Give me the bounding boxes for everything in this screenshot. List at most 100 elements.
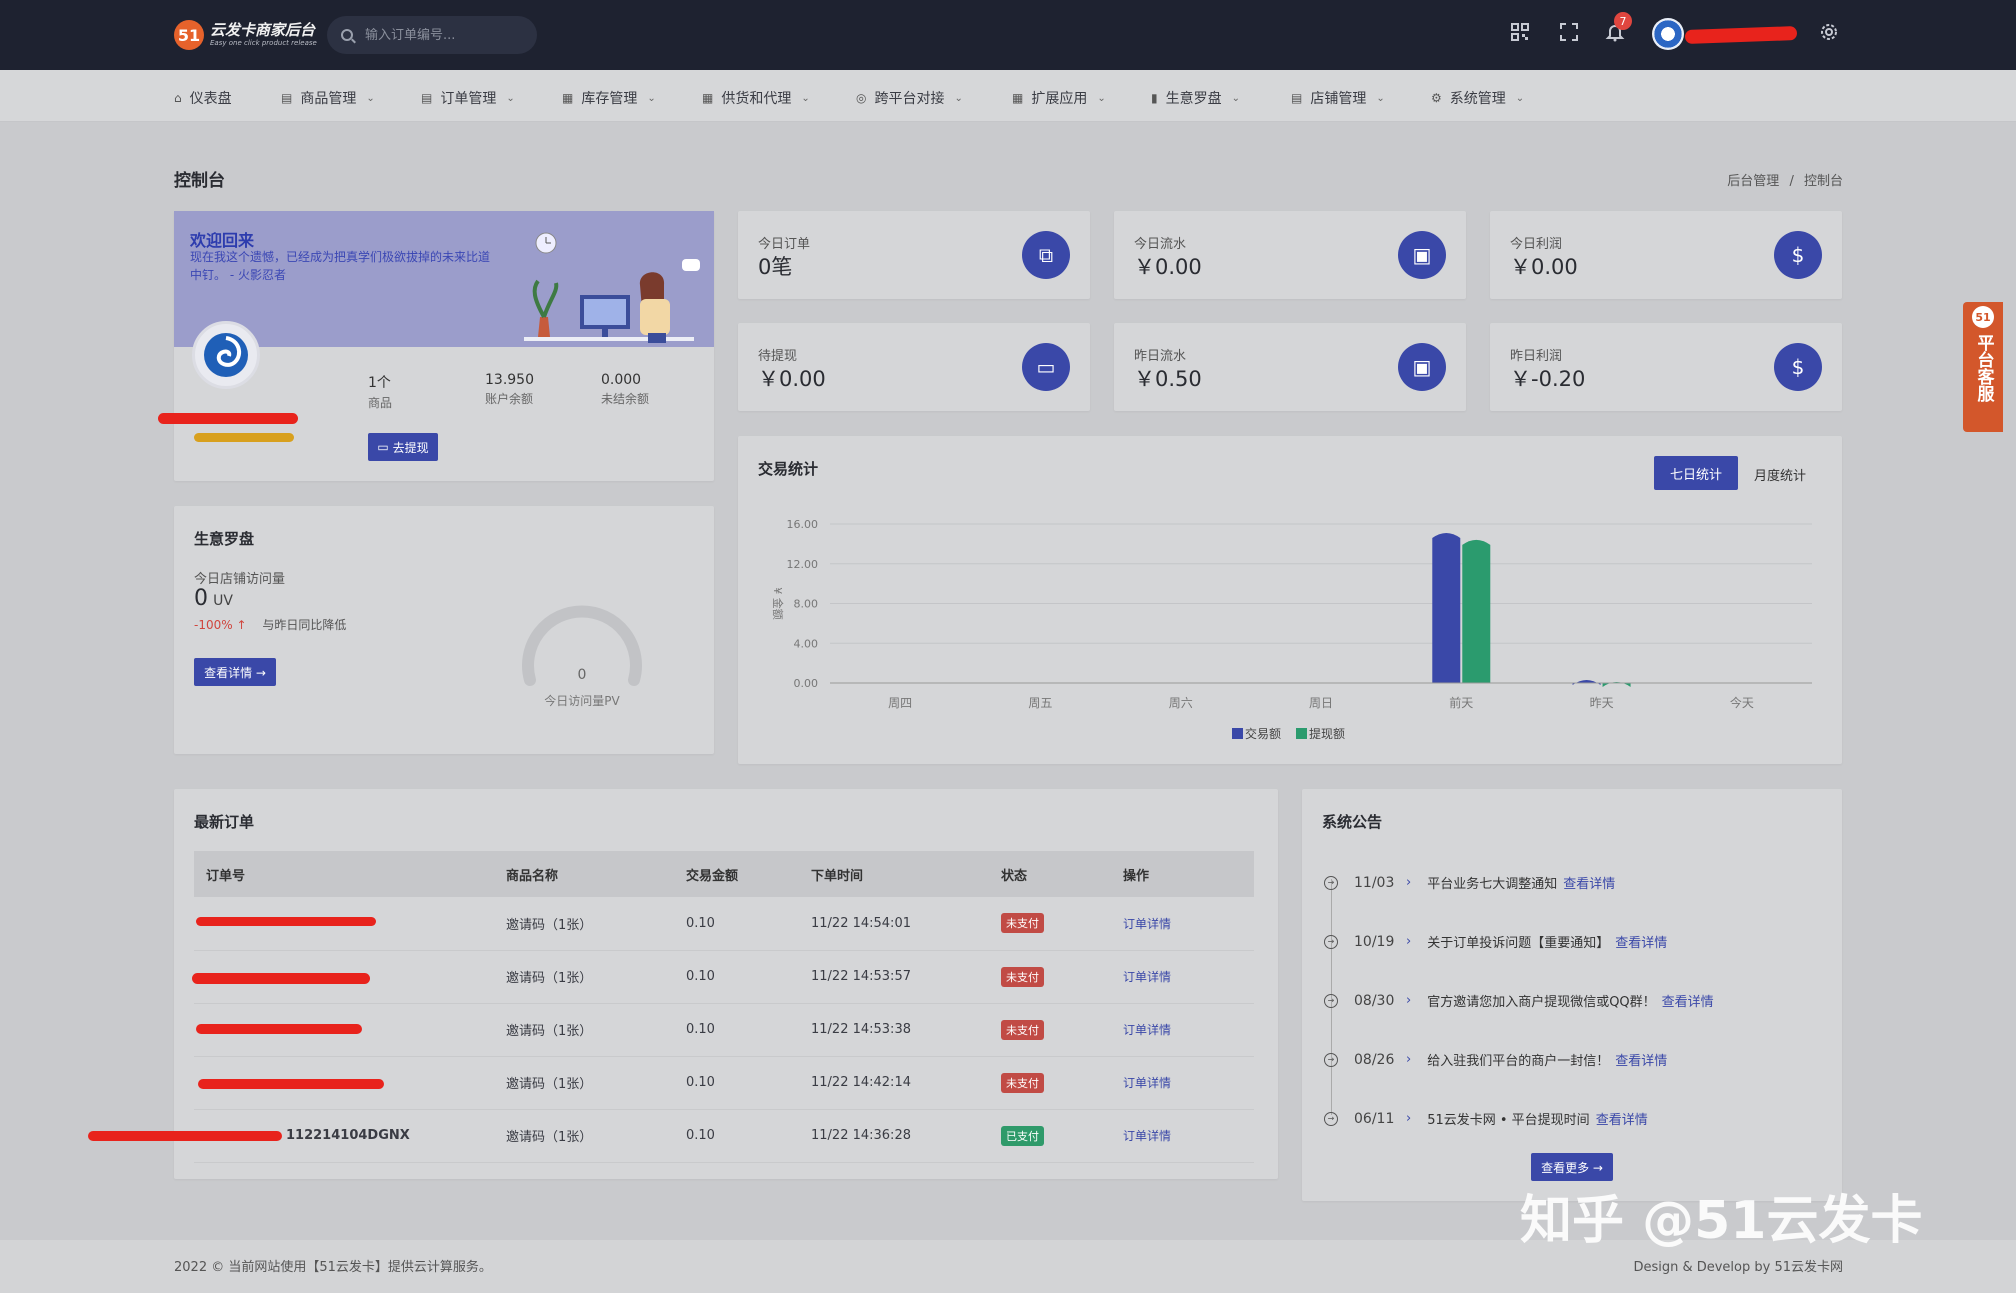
nav-store[interactable]: ▤ 店铺管理 ⌄ — [1291, 88, 1385, 108]
orders-title: 最新订单 — [194, 813, 255, 831]
latest-orders-card: 最新订单 订单号 商品名称 交易金额 下单时间 状态 操作 邀请码（1张） 0.… — [88, 789, 1278, 1179]
welcome-quote: 现在我这个遗憾，已经成为把真学们极欲拔掉的未来比道中钉。 - 火影忍者 — [190, 250, 491, 282]
qrcode-icon[interactable] — [1510, 22, 1530, 47]
y-tick-label: 4.00 — [794, 637, 819, 650]
col-amount: 交易金额 — [674, 851, 799, 897]
archive-icon: ▣ — [1398, 343, 1446, 391]
logo[interactable]: 51 云发卡商家后台 Easy one click product releas… — [174, 20, 317, 50]
bar-withdraw — [1462, 539, 1491, 683]
stat-unsettled: 0.000 未结余额 — [601, 372, 650, 406]
platform-service-button[interactable]: 51 平台客服 — [1963, 302, 2003, 432]
table-row: 邀请码（1张） 0.10 11/22 14:53:57 未支付 订单详情 — [192, 950, 1254, 1004]
y-tick-label: 16.00 — [787, 518, 819, 531]
logo-title: 云发卡商家后台 — [210, 21, 316, 39]
chevron-down-icon: ⌄ — [506, 92, 515, 104]
chevron-down-icon: ⌄ — [954, 92, 963, 104]
arrow-right-icon: › — [1406, 1111, 1412, 1126]
notices-title: 系统公告 — [1322, 813, 1383, 831]
nav-compass[interactable]: ▮ 生意罗盘 ⌄ — [1151, 88, 1240, 108]
notice-detail-link[interactable]: 查看详情 — [1615, 1050, 1667, 1069]
order-detail-link[interactable]: 订单详情 — [1123, 970, 1171, 984]
table-row: 邀请码（1张） 0.10 11/22 14:54:01 未支付 订单详情 — [194, 897, 1254, 951]
arrow-circle-icon: → — [1324, 875, 1338, 890]
search-input[interactable] — [365, 27, 525, 43]
notice-detail-link[interactable]: 查看详情 — [1662, 991, 1714, 1010]
notice-detail-link[interactable]: 查看详情 — [1615, 932, 1667, 951]
redaction-mark — [88, 1130, 282, 1141]
nav-supply[interactable]: ▦ 供货和代理 ⌄ — [702, 88, 810, 108]
redaction-mark — [196, 917, 376, 926]
fullscreen-icon[interactable] — [1559, 22, 1579, 47]
order-detail-link[interactable]: 订单详情 — [1123, 1076, 1171, 1090]
visits-change: -100% ↑ 与昨日同比降低 — [194, 618, 347, 632]
x-tick-label: 周日 — [1309, 696, 1333, 710]
redaction-mark — [1684, 26, 1798, 44]
merchant-avatar[interactable] — [192, 321, 260, 389]
withdraw-button[interactable]: ▭ 去提现 — [368, 433, 438, 461]
chevron-down-icon: ⌄ — [1515, 92, 1525, 104]
y-tick-label: 8.00 — [794, 598, 819, 611]
notice-item: → 08/30 › 官方邀请您加入商户提现微信或QQ群！ 查看详情 — [1324, 991, 1714, 1010]
table-header-row: 订单号 商品名称 交易金额 下单时间 状态 操作 — [194, 851, 1254, 897]
nav-extensions[interactable]: ▦ 扩展应用 ⌄ — [1012, 88, 1106, 108]
compass-detail-button[interactable]: 查看详情 → — [194, 658, 276, 686]
breadcrumb: 后台管理 / 控制台 — [1727, 174, 1843, 189]
wallet-icon: ▭ — [377, 440, 389, 454]
stat-card-today-profit: 今日利润 ￥0.00 $ — [1490, 211, 1842, 299]
order-detail-link[interactable]: 订单详情 — [1123, 917, 1171, 931]
arrow-right-icon: › — [1406, 1052, 1412, 1067]
legend-label: 提现额 — [1309, 726, 1345, 741]
globe-icon: ◎ — [856, 91, 867, 105]
orders-table: 订单号 商品名称 交易金额 下单时间 状态 操作 邀请码（1张） 0.10 11… — [88, 851, 1254, 1163]
order-detail-link[interactable]: 订单详情 — [1123, 1129, 1171, 1143]
notice-item: → 10/19 › 关于订单投诉问题【重要通知】 查看详情 — [1324, 932, 1667, 951]
status-badge: 未支付 — [1001, 913, 1044, 934]
main-nav: ⌂ 仪表盘 ▤ 商品管理 ⌄ ▤ 订单管理 ⌄ ▦ 库存管理 ⌄ ▦ 供货和代理 ⌄ ◎ 跨平台对接… — [0, 70, 2016, 122]
arrow-right-icon: › — [1406, 934, 1412, 949]
service-logo-icon: 51 — [1972, 306, 1994, 328]
order-detail-link[interactable]: 订单详情 — [1123, 1023, 1171, 1037]
x-tick-label: 今天 — [1730, 695, 1754, 710]
y-tick-label: 0.00 — [794, 677, 819, 690]
order-id-cell: 112214104DGNX — [88, 1109, 494, 1163]
notice-item: → 11/03 › 平台业务七大调整通知 查看详情 — [1324, 873, 1615, 892]
status-badge: 未支付 — [1001, 1019, 1044, 1040]
visits-value: 0 UV — [194, 586, 233, 611]
nav-cross-platform[interactable]: ◎ 跨平台对接 ⌄ — [856, 88, 963, 108]
notices-more-button[interactable]: 查看更多 → — [1531, 1153, 1613, 1181]
breadcrumb-item[interactable]: 后台管理 — [1727, 174, 1779, 189]
order-id-cell — [194, 897, 494, 951]
nav-dashboard[interactable]: ⌂ 仪表盘 — [174, 88, 232, 108]
legend-swatch — [1232, 728, 1243, 739]
bar-trade — [1432, 532, 1461, 683]
nav-products[interactable]: ▤ 商品管理 ⌄ — [281, 88, 375, 108]
list-icon: ▤ — [281, 91, 293, 105]
redaction-mark — [158, 413, 298, 424]
redaction-mark — [196, 1023, 362, 1034]
business-compass-card: 生意罗盘 今日店铺访问量 0 UV -100% ↑ 与昨日同比降低 查看详情 →… — [174, 506, 714, 754]
dollar-icon: $ — [1774, 343, 1822, 391]
card-icon: ▭ — [1022, 343, 1070, 391]
order-id-cell — [192, 950, 494, 1004]
x-tick-label: 周四 — [888, 696, 912, 710]
notice-detail-link[interactable]: 查看详情 — [1596, 1109, 1648, 1128]
gauge-value: 0 — [577, 667, 587, 683]
system-notice-card: 系统公告 → 11/03 › 平台业务七大调整通知 查看详情 → 10/19 › 关于订单投诉… — [1302, 789, 1842, 1201]
redaction-mark — [198, 1078, 384, 1089]
arrow-circle-icon: → — [1324, 934, 1338, 949]
nav-orders[interactable]: ▤ 订单管理 ⌄ — [421, 88, 515, 108]
gear-icon: ⚙ — [1431, 91, 1442, 105]
chevron-down-icon: ⌄ — [801, 92, 810, 104]
order-search[interactable] — [327, 16, 537, 54]
user-avatar[interactable] — [1652, 18, 1684, 50]
gauge-label: 今日访问量PV — [544, 694, 620, 708]
notice-detail-link[interactable]: 查看详情 — [1563, 873, 1615, 892]
breadcrumb-item: 控制台 — [1803, 174, 1843, 189]
table-row: 邀请码（1张） 0.10 11/22 14:53:38 未支付 订单详情 — [194, 1003, 1254, 1057]
redaction-mark — [192, 972, 370, 984]
footer-copyright: 2022 © 当前网站使用【51云发卡】提供云计算服务。 — [174, 1260, 492, 1275]
arrow-circle-icon: → — [1324, 993, 1338, 1008]
nav-system[interactable]: ⚙ 系统管理 ⌄ — [1431, 88, 1524, 108]
settings-gear-icon[interactable] — [1819, 22, 1839, 47]
nav-inventory[interactable]: ▦ 库存管理 ⌄ — [562, 88, 656, 108]
